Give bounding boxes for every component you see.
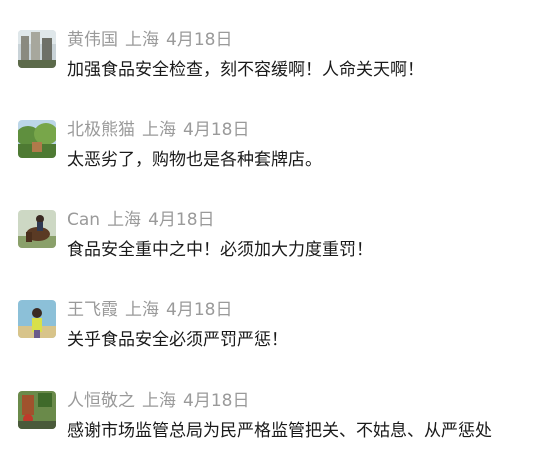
buildings-photo-avatar — [18, 30, 56, 68]
comment-text: 加强食品安全检查，刻不容缓啊！人命关天啊！ — [67, 60, 424, 80]
username[interactable]: 王飞霞 — [67, 300, 118, 320]
location: 上海 — [142, 120, 176, 140]
avatar[interactable] — [18, 120, 56, 158]
avatar[interactable] — [18, 300, 56, 338]
garden-photo-avatar — [18, 391, 56, 429]
comment-meta: 王飞霞 上海 4月18日 — [67, 298, 239, 322]
comment-meta: 人恒敬之 上海 4月18日 — [67, 389, 256, 413]
comment-text: 感谢市场监管总局为民严格监管把关、不姑息、从严惩处 — [67, 421, 492, 441]
comment-text: 关乎食品安全必须严罚严惩！ — [67, 330, 288, 350]
person-portrait-avatar — [18, 300, 56, 338]
trees-photo-avatar — [18, 120, 56, 158]
username[interactable]: 人恒敬之 — [67, 391, 135, 411]
location: 上海 — [125, 300, 159, 320]
location: 上海 — [142, 391, 176, 411]
location: 上海 — [125, 30, 159, 50]
avatar[interactable] — [18, 30, 56, 68]
horse-rider-photo-avatar — [18, 210, 56, 248]
comment-meta: Can 上海 4月18日 — [67, 208, 222, 232]
comment-meta: 北极熊猫 上海 4月18日 — [67, 118, 256, 142]
username[interactable]: 黄伟国 — [67, 30, 118, 50]
date: 4月18日 — [183, 391, 250, 411]
comment-text: 太恶劣了，购物也是各种套牌店。 — [67, 150, 322, 170]
username[interactable]: Can — [67, 210, 100, 230]
date: 4月18日 — [148, 210, 215, 230]
truncated-text-line — [67, 444, 227, 450]
date: 4月18日 — [166, 300, 233, 320]
avatar[interactable] — [18, 210, 56, 248]
location: 上海 — [107, 210, 142, 230]
comment-text: 食品安全重中之中！必须加大力度重罚！ — [67, 240, 373, 260]
avatar[interactable] — [18, 391, 56, 429]
username[interactable]: 北极熊猫 — [67, 120, 135, 140]
date: 4月18日 — [166, 30, 233, 50]
date: 4月18日 — [183, 120, 250, 140]
comment-meta: 黄伟国 上海 4月18日 — [67, 28, 239, 52]
